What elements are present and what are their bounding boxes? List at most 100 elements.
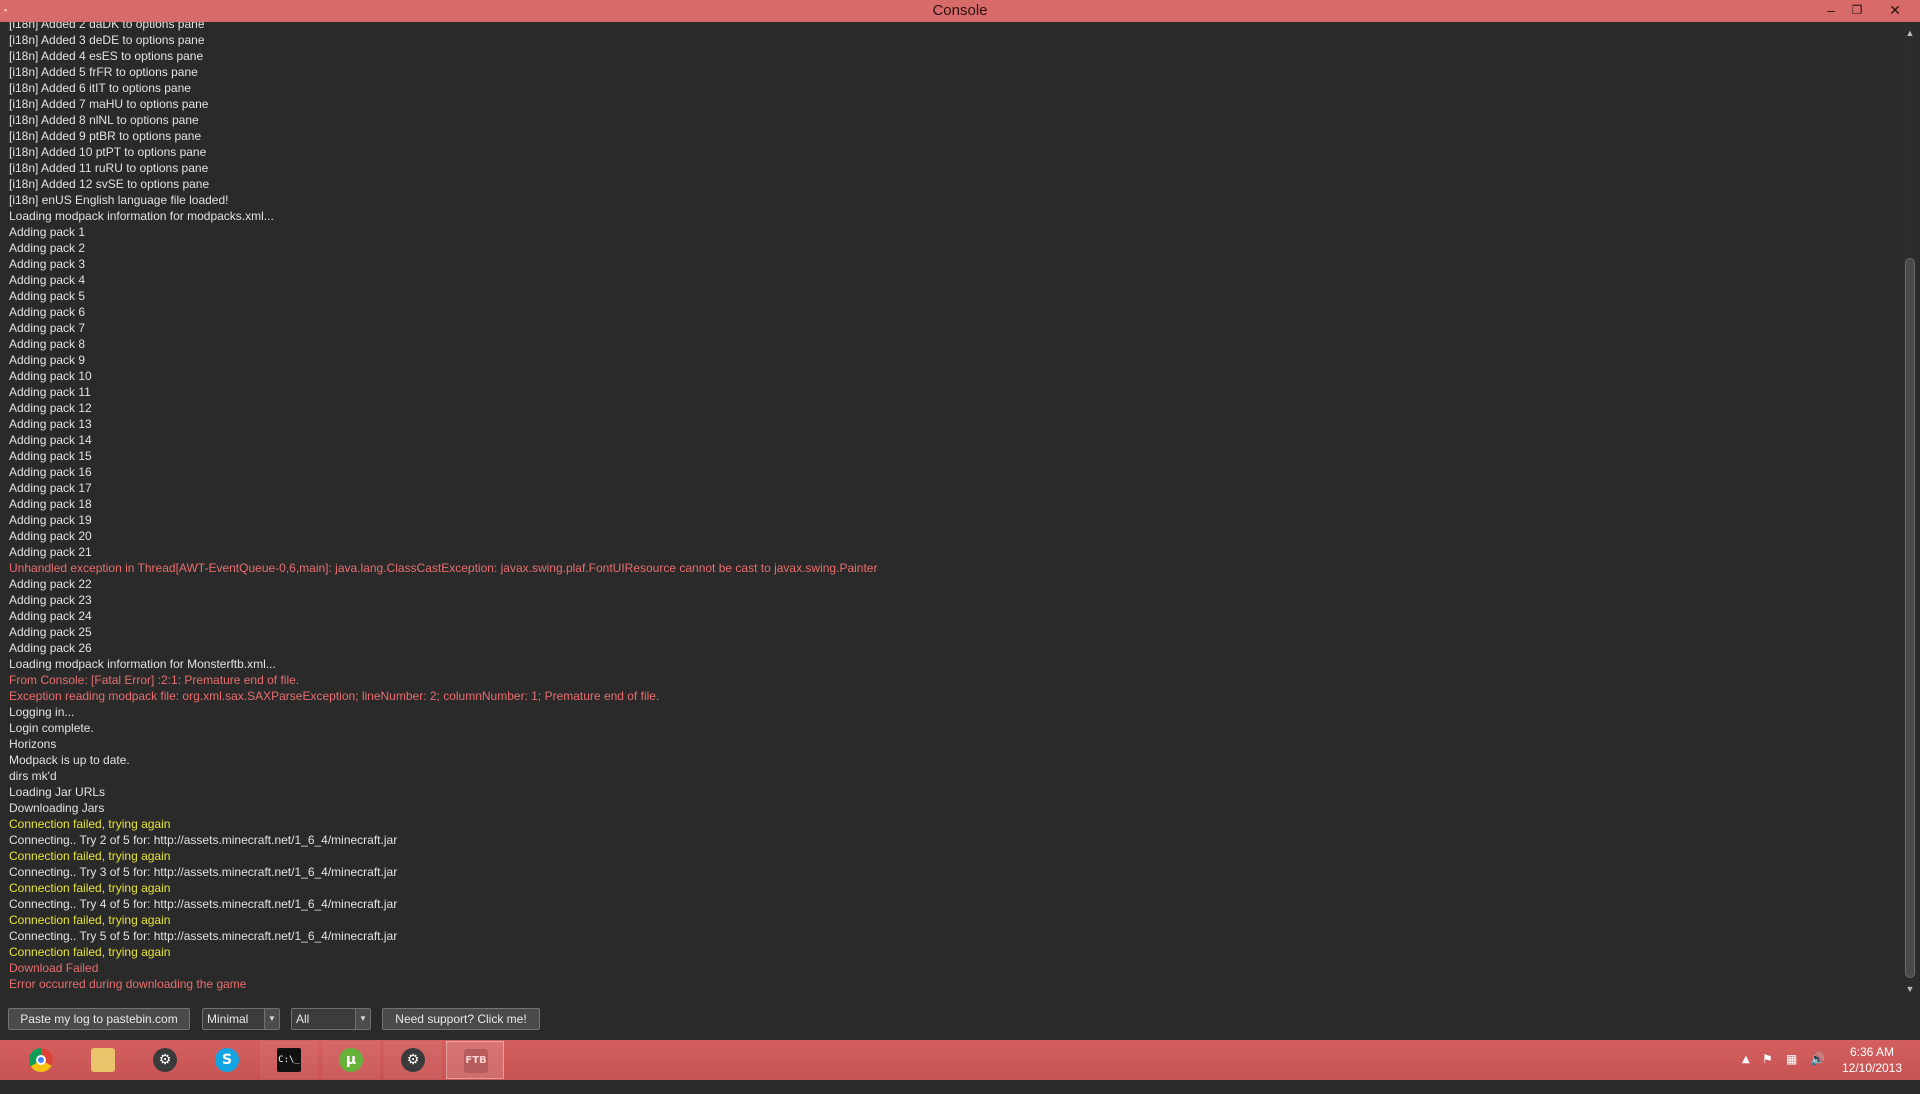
window-title: Console [932,2,988,19]
network-icon[interactable]: ▦ [1786,1052,1797,1092]
cmd-icon: C:\_ [277,1048,301,1072]
log-line: Loading modpack information for Monsterf… [9,657,276,671]
log-line: Adding pack 25 [9,625,92,639]
log-line: Connection failed, trying again [9,881,171,895]
log-source-dropdown[interactable]: All ▼ [291,1008,371,1030]
log-line: Adding pack 15 [9,449,92,463]
log-line: Connecting.. Try 3 of 5 for: http://asse… [9,865,398,879]
taskbar-skype-button[interactable]: S [198,1041,256,1079]
log-line: [i18n] Added 11 ruRU to options pane [9,161,209,175]
log-line: Adding pack 19 [9,513,92,527]
log-line: Adding pack 7 [9,321,86,335]
log-line: Adding pack 12 [9,401,92,415]
log-line: Exception reading modpack file: org.xml.… [9,689,660,703]
log-line: [i18n] Added 7 maHU to options pane [9,97,209,111]
log-level-value: Minimal [207,1012,249,1026]
taskbar-ftb-launcher-button[interactable]: FTB [446,1041,504,1079]
log-line: [i18n] Added 5 frFR to options pane [9,65,198,79]
taskbar-steam-button[interactable]: ⚙ [384,1041,442,1079]
console-window: ▪ Console – ❐ ✕ [i18n] Added 2 daDK to o… [0,0,1920,1040]
log-line: Adding pack 26 [9,641,92,655]
paste-to-pastebin-button[interactable]: Paste my log to pastebin.com [8,1008,190,1030]
taskbar-utorrent-button[interactable]: µ [322,1041,380,1079]
log-line: dirs mk'd [9,769,57,783]
taskbar-command-prompt-button[interactable]: C:\_ [260,1041,318,1079]
log-line: Loading modpack information for modpacks… [9,209,274,223]
ftb-icon: FTB [464,1049,488,1073]
vertical-scrollbar[interactable]: ▲ ▼ [1902,22,1918,999]
taskbar-chrome-button[interactable] [12,1041,70,1079]
log-line: Adding pack 4 [9,273,86,287]
log-line: Logging in... [9,705,75,719]
log-line: [i18n] Added 9 ptBR to options pane [9,129,202,143]
log-line: [i18n] Added 2 daDK to options pane [9,22,205,31]
log-line: Adding pack 20 [9,529,92,543]
folder-icon [91,1048,115,1072]
log-level-dropdown[interactable]: Minimal ▼ [202,1008,280,1030]
log-line: Adding pack 9 [9,353,86,367]
log-line: Adding pack 14 [9,433,92,447]
skype-icon: S [215,1048,239,1072]
log-line: [i18n] Added 6 itIT to options pane [9,81,191,95]
log-line: Adding pack 22 [9,577,92,591]
volume-icon[interactable]: 🔊 [1810,1052,1825,1092]
log-line: Adding pack 21 [9,545,92,559]
scroll-down-arrow-icon[interactable]: ▼ [1905,984,1915,994]
log-line: Adding pack 10 [9,369,92,383]
log-line: Adding pack 11 [9,385,91,399]
log-line: Downloading Jars [9,801,105,815]
log-line: Connecting.. Try 4 of 5 for: http://asse… [9,897,398,911]
log-source-value: All [296,1012,310,1026]
need-support-button[interactable]: Need support? Click me! [382,1008,540,1030]
log-line: Connection failed, trying again [9,913,171,927]
log-line: [i18n] Added 12 svSE to options pane [9,177,210,191]
chevron-down-icon: ▼ [264,1009,279,1029]
tray-expand-icon[interactable]: ▲ [1742,1054,1750,1094]
log-line: From Console: [Fatal Error] :2:1: Premat… [9,673,300,687]
log-line: Connection failed, trying again [9,817,171,831]
close-button[interactable]: ✕ [1880,0,1910,20]
log-line: Adding pack 3 [9,257,86,271]
log-line: Adding pack 8 [9,337,86,351]
log-line: [i18n] Added 10 ptPT to options pane [9,145,207,159]
minimize-button[interactable]: – [1818,0,1844,20]
maximize-button[interactable]: ❐ [1844,0,1870,20]
console-toolbar: Paste my log to pastebin.com Minimal ▼ A… [0,999,1920,1040]
log-line: Loading Jar URLs [9,785,106,799]
scroll-thumb[interactable] [1905,258,1915,978]
log-line: Login complete. [9,721,94,735]
log-line: Adding pack 17 [9,481,92,495]
log-line: Adding pack 18 [9,497,92,511]
chrome-icon [29,1048,53,1072]
scroll-up-arrow-icon[interactable]: ▲ [1905,28,1915,38]
log-line: [i18n] Added 8 nlNL to options pane [9,113,199,127]
log-line: Adding pack 6 [9,305,86,319]
console-log[interactable]: [i18n] Added 2 daDK to options pane [i18n… [0,22,1900,999]
taskbar-steam-button[interactable]: ⚙ [136,1041,194,1079]
log-line: Adding pack 1 [9,225,86,239]
clock-time: 6:36 AM [1849,1045,1895,1059]
taskbar: ⚙ S C:\_ µ ⚙ FTB ▲ ⚑ ▦ 🔊 6:36 AM 12/10/2013 [0,1040,1920,1080]
log-line: Connection failed, trying again [9,945,171,959]
taskbar-file-explorer-button[interactable] [74,1041,132,1079]
title-bar[interactable]: ▪ Console – ❐ ✕ [0,0,1920,22]
chevron-down-icon: ▼ [355,1009,370,1029]
log-line: Adding pack 13 [9,417,92,431]
log-line: Adding pack 5 [9,289,86,303]
log-line: Adding pack 16 [9,465,92,479]
log-line: Modpack is up to date. [9,753,130,767]
log-line: Adding pack 2 [9,241,86,255]
log-line: [i18n] enUS English language file loaded… [9,193,229,207]
log-line: Adding pack 23 [9,593,92,607]
log-line: Adding pack 24 [9,609,92,623]
steam-icon: ⚙ [401,1048,425,1072]
steam-icon: ⚙ [153,1048,177,1072]
log-line: Connecting.. Try 2 of 5 for: http://asse… [9,833,398,847]
system-clock[interactable]: 6:36 AM 12/10/2013 [1832,1044,1912,1076]
log-line: Unhandled exception in Thread[AWT-EventQ… [9,561,878,575]
log-line: Connecting.. Try 5 of 5 for: http://asse… [9,929,398,943]
log-line: Download Failed [9,961,99,975]
action-center-flag-icon[interactable]: ⚑ [1762,1052,1773,1092]
log-line: Error occurred during downloading the ga… [9,977,247,991]
clock-date: 12/10/2013 [1841,1061,1903,1075]
